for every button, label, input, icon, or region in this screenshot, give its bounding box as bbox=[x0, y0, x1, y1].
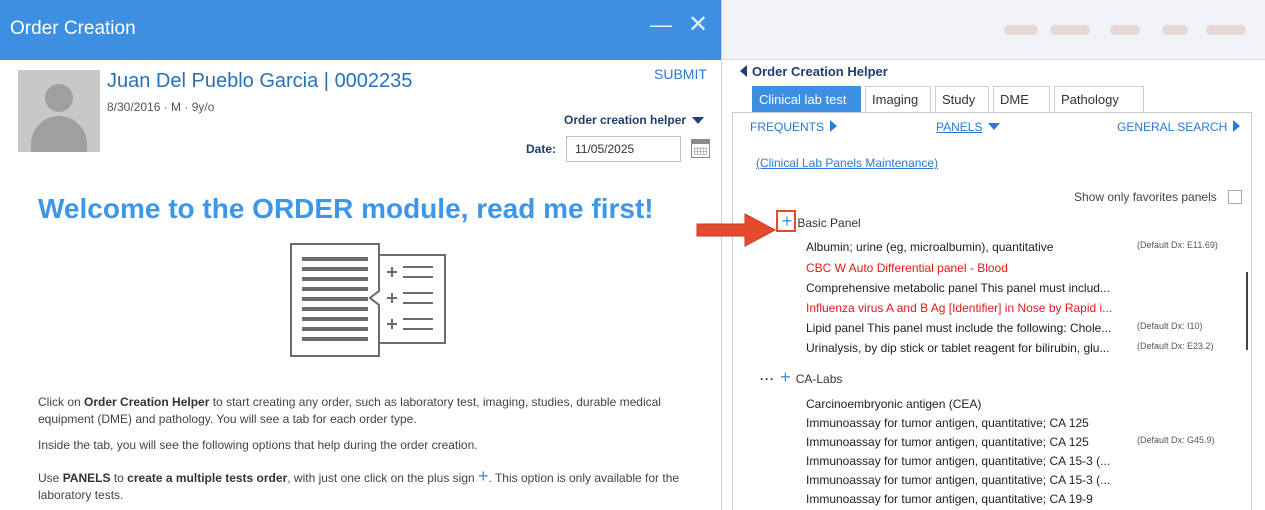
instruction-paragraph-2: Inside the tab, you will see the followi… bbox=[38, 438, 478, 452]
date-label: Date: bbox=[526, 142, 557, 156]
p3-mid: to bbox=[110, 471, 128, 485]
frequents-link[interactable]: FREQUENTS bbox=[750, 120, 838, 134]
instruction-paragraph-3: Use PANELS to create a multiple tests or… bbox=[38, 466, 710, 504]
welcome-title: Welcome to the ORDER module, read me fir… bbox=[38, 193, 654, 224]
list-item[interactable]: Albumin; urine (eg, microalbumin), quant… bbox=[806, 240, 1053, 254]
p3-bold-panels: PANELS bbox=[62, 471, 111, 485]
order-creation-window: Order Creation — ✕ Juan Del Pueblo Garci… bbox=[0, 0, 722, 510]
calendar-icon[interactable] bbox=[691, 139, 710, 158]
patient-id: 0002235 bbox=[334, 70, 413, 92]
chevron-left-icon bbox=[740, 65, 747, 77]
general-search-label: GENERAL SEARCH bbox=[1117, 120, 1228, 134]
tab-dme[interactable]: DME bbox=[993, 86, 1050, 112]
list-item[interactable]: Influenza virus A and B Ag [Identifier] … bbox=[806, 301, 1112, 315]
window-title: Order Creation bbox=[10, 18, 136, 39]
patient-name: Juan Del Pueblo Garcia bbox=[107, 70, 319, 92]
list-item[interactable]: Carcinoembryonic antigen (CEA) bbox=[806, 397, 981, 411]
tab-clinical-lab-test[interactable]: Clinical lab test bbox=[752, 86, 861, 112]
p3-mid2: , with just one click on the plus sign bbox=[287, 471, 478, 485]
list-item[interactable]: Comprehensive metabolic panel This panel… bbox=[806, 281, 1110, 295]
panel-group-name: CA-Labs bbox=[795, 372, 843, 386]
tab-pathology[interactable]: Pathology bbox=[1054, 86, 1144, 112]
panel-group-name: Basic Panel bbox=[797, 216, 861, 230]
p3-prefix: Use bbox=[38, 471, 63, 485]
list-item[interactable]: Immunoassay for tumor antigen, quantitat… bbox=[806, 473, 1110, 487]
list-item[interactable]: Immunoassay for tumor antigen, quantitat… bbox=[806, 492, 1093, 506]
more-icon[interactable]: ··· bbox=[760, 372, 775, 386]
panels-link[interactable]: PANELS bbox=[936, 120, 1001, 134]
p1-prefix: Click on bbox=[38, 395, 85, 409]
clinical-lab-panels-maintenance-link[interactable]: (Clinical Lab Panels Maintenance) bbox=[756, 156, 938, 170]
p3-bold-multiple: create a multiple tests order bbox=[127, 471, 288, 485]
default-dx-label: (Default Dx: E11.69) bbox=[1137, 240, 1218, 250]
red-arrow-icon bbox=[696, 213, 777, 247]
window-titlebar: Order Creation — ✕ bbox=[0, 0, 721, 60]
order-creation-helper-pane: Order Creation Helper Clinical lab test … bbox=[722, 0, 1265, 510]
patient-separator: | bbox=[323, 70, 329, 92]
avatar-body-shape bbox=[31, 116, 87, 152]
default-dx-label: (Default Dx: I10) bbox=[1137, 321, 1203, 331]
helper-title-text: Order Creation Helper bbox=[752, 64, 888, 79]
close-button[interactable]: ✕ bbox=[688, 10, 708, 39]
helper-title[interactable]: Order Creation Helper bbox=[740, 64, 888, 79]
favorites-checkbox[interactable] bbox=[1228, 190, 1242, 204]
frequents-label: FREQUENTS bbox=[750, 120, 825, 134]
scrollbar[interactable] bbox=[1246, 272, 1248, 350]
patient-name-line: Juan Del Pueblo Garcia | 0002235 bbox=[107, 70, 412, 93]
order-creation-helper-dropdown[interactable]: Order creation helper bbox=[564, 113, 705, 127]
chevron-down-icon bbox=[988, 123, 1001, 130]
patient-info: 8/30/2016 · M · 9y/o bbox=[107, 100, 215, 114]
list-item[interactable]: CBC W Auto Differential panel - Blood bbox=[806, 261, 1008, 275]
blurred-toolbar-item bbox=[1004, 25, 1038, 35]
blurred-toolbar-item bbox=[1206, 25, 1246, 35]
blurred-toolbar-item bbox=[1110, 25, 1140, 35]
background-toolbar bbox=[722, 0, 1265, 60]
document-list-icon bbox=[290, 243, 446, 357]
default-dx-label: (Default Dx: E23.2) bbox=[1137, 341, 1214, 351]
tab-imaging[interactable]: Imaging bbox=[865, 86, 931, 112]
order-creation-helper-label: Order creation helper bbox=[564, 113, 687, 127]
default-dx-label: (Default Dx: G45.9) bbox=[1137, 435, 1215, 445]
chevron-right-icon bbox=[830, 120, 838, 132]
plus-icon: + bbox=[478, 466, 489, 486]
chevron-down-icon bbox=[692, 117, 705, 125]
list-item[interactable]: Immunoassay for tumor antigen, quantitat… bbox=[806, 435, 1089, 449]
p1-bold: Order Creation Helper bbox=[84, 395, 210, 409]
panels-label: PANELS bbox=[936, 120, 983, 134]
tab-study[interactable]: Study bbox=[935, 86, 989, 112]
date-input[interactable] bbox=[566, 136, 681, 162]
add-panel-plus-icon[interactable]: + bbox=[778, 367, 792, 388]
avatar bbox=[18, 70, 100, 152]
blurred-toolbar-item bbox=[1162, 25, 1188, 35]
list-item[interactable]: Lipid panel This panel must include the … bbox=[806, 321, 1111, 335]
list-item[interactable]: Immunoassay for tumor antigen, quantitat… bbox=[806, 416, 1089, 430]
instruction-paragraph-1: Click on Order Creation Helper to start … bbox=[38, 394, 710, 428]
chevron-right-icon bbox=[1233, 120, 1241, 132]
annotation-highlight-box bbox=[776, 210, 796, 232]
avatar-head-shape bbox=[45, 84, 73, 112]
general-search-link[interactable]: GENERAL SEARCH bbox=[1117, 120, 1241, 134]
favorites-label: Show only favorites panels bbox=[1074, 190, 1217, 204]
list-item[interactable]: Immunoassay for tumor antigen, quantitat… bbox=[806, 454, 1110, 468]
submit-button[interactable]: SUBMIT bbox=[654, 66, 707, 82]
minimize-button[interactable]: — bbox=[650, 12, 672, 38]
blurred-toolbar-item bbox=[1050, 25, 1090, 35]
panel-group-ca-labs: ··· + CA-Labs bbox=[760, 367, 842, 388]
list-item[interactable]: Urinalysis, by dip stick or tablet reage… bbox=[806, 341, 1109, 355]
